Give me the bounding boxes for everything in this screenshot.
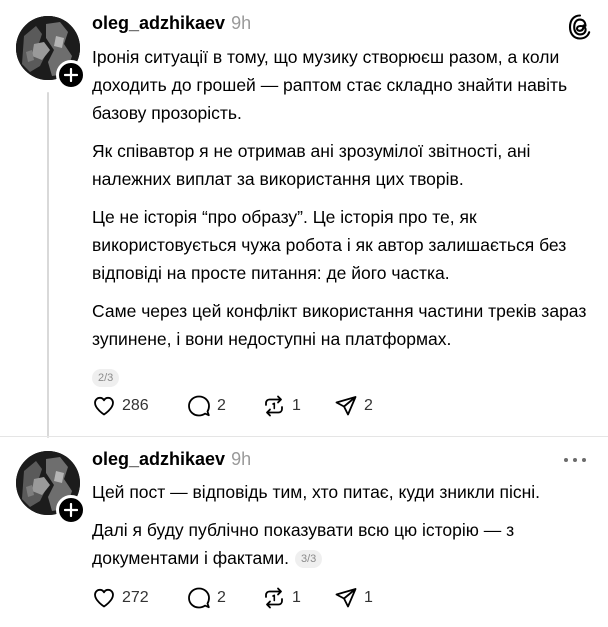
share-count: 2 [364,397,373,414]
repost-icon [265,395,283,417]
follow-plus-button[interactable] [56,495,86,525]
post-header: oleg_adzhikaev 9h [92,13,251,37]
post-paragraph: Саме через цей конфлікт використання час… [92,301,587,349]
username[interactable]: oleg_adzhikaev [92,449,225,470]
repost-icon [265,587,283,609]
comment-icon [188,587,210,609]
post-paragraph: Як співавтор я не отримав ані зрозумілої… [92,141,531,189]
reply-count: 2 [217,397,226,414]
repost-count: 1 [292,589,301,606]
reply-button[interactable]: 2 [187,394,262,418]
thread-connector-line [47,92,49,438]
like-button[interactable]: 286 [92,394,187,418]
threads-feed: oleg_adzhikaev 9h Іронія ситуації в тому… [0,0,608,627]
post-paragraph: Це не історія “про образу”. Це історія п… [92,207,567,283]
username[interactable]: oleg_adzhikaev [92,13,225,34]
post-paragraph: Іронія ситуації в тому, що музику створю… [92,47,568,123]
post-divider [0,436,608,437]
comment-icon [188,395,210,417]
heart-icon [94,396,114,416]
avatar-container[interactable] [16,451,86,525]
avatar-container[interactable] [16,16,86,90]
more-options-icon[interactable] [564,458,586,464]
post-time: 9h [231,449,252,469]
post-paragraph-with-counter: Далі я буду публічно показувати всю цю і… [92,516,592,572]
post-body: Цей пост — відповідь тим, хто питає, куд… [92,478,592,582]
like-button[interactable]: 272 [92,586,187,610]
threads-logo-icon[interactable] [568,14,592,40]
repost-count: 1 [292,397,301,414]
reply-button[interactable]: 2 [187,586,262,610]
repost-button[interactable]: 1 [262,586,334,610]
thread-post: oleg_adzhikaev 9h Цей пост — відповідь т… [0,438,608,627]
post-time: 9h [231,13,252,33]
send-icon [335,396,357,416]
thread-post: oleg_adzhikaev 9h Іронія ситуації в тому… [0,0,608,438]
plus-icon [64,503,78,517]
reply-count: 2 [217,589,226,606]
like-count: 272 [122,589,149,606]
post-paragraph: Цей пост — відповідь тим, хто питає, куд… [92,482,541,502]
action-bar: 286 2 1 2 [92,392,394,420]
post-header: oleg_adzhikaev 9h [92,449,251,473]
share-count: 1 [364,589,373,606]
follow-plus-button[interactable] [56,60,86,90]
heart-icon [94,588,114,608]
plus-icon [64,68,78,82]
thread-counter-badge: 3/3 [294,550,323,568]
send-icon [335,588,357,608]
share-button[interactable]: 2 [334,394,394,418]
share-button[interactable]: 1 [334,586,394,610]
thread-counter-badge: 2/3 [92,369,120,387]
action-bar: 272 2 1 1 [92,584,394,612]
post-body: Іронія ситуації в тому, що музику створю… [92,43,592,391]
repost-button[interactable]: 1 [262,394,334,418]
like-count: 286 [122,397,149,414]
